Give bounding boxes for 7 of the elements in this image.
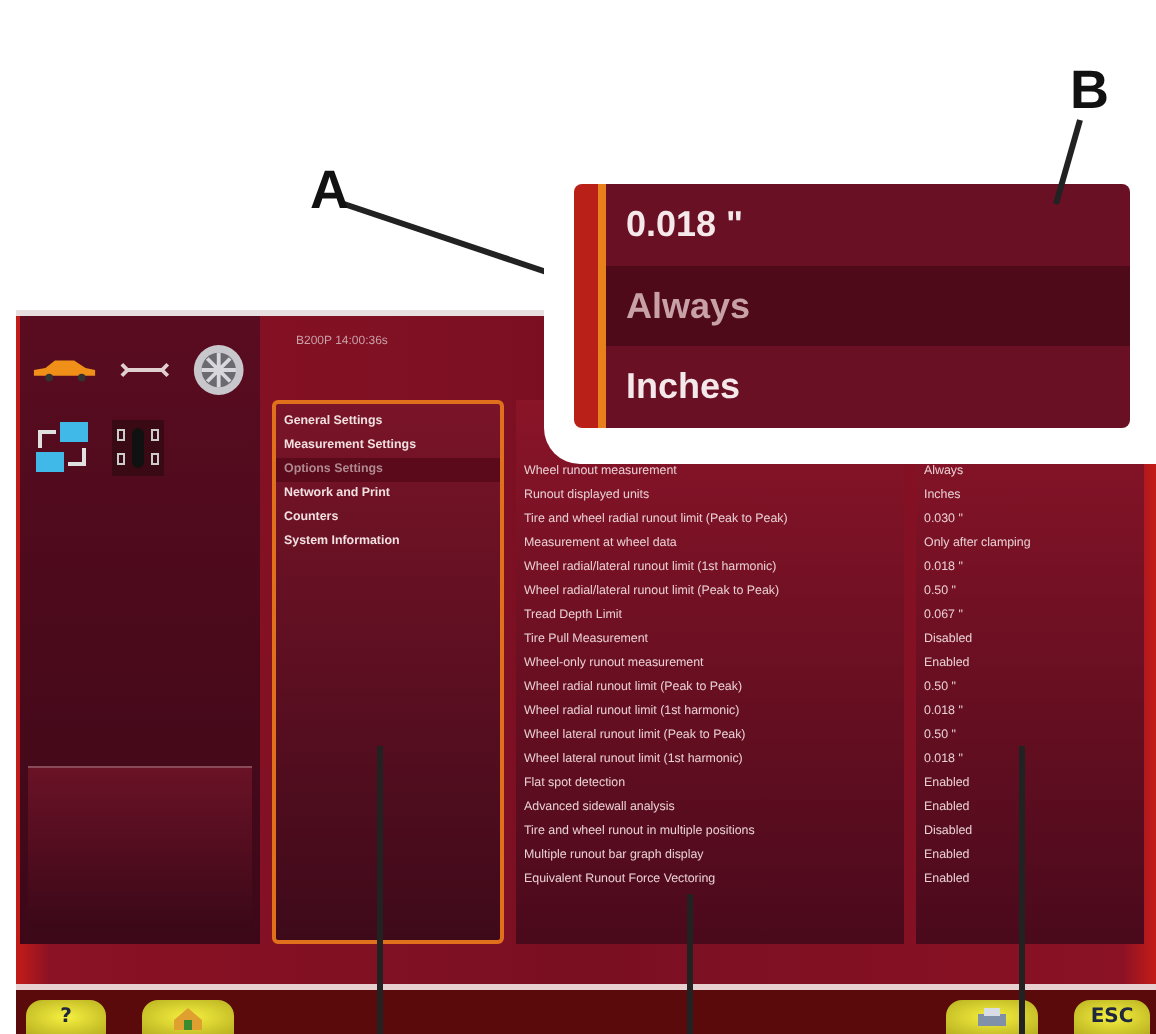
help-button[interactable]: ? xyxy=(26,1000,106,1034)
callout-label: B xyxy=(1070,60,1109,122)
callout-value: Always xyxy=(606,265,1130,347)
escape-button[interactable]: ESC xyxy=(1074,1000,1150,1034)
callout-value: Inches xyxy=(624,364,743,411)
callout-label: A xyxy=(310,160,349,222)
callout-value: 0.018 " xyxy=(624,201,746,248)
